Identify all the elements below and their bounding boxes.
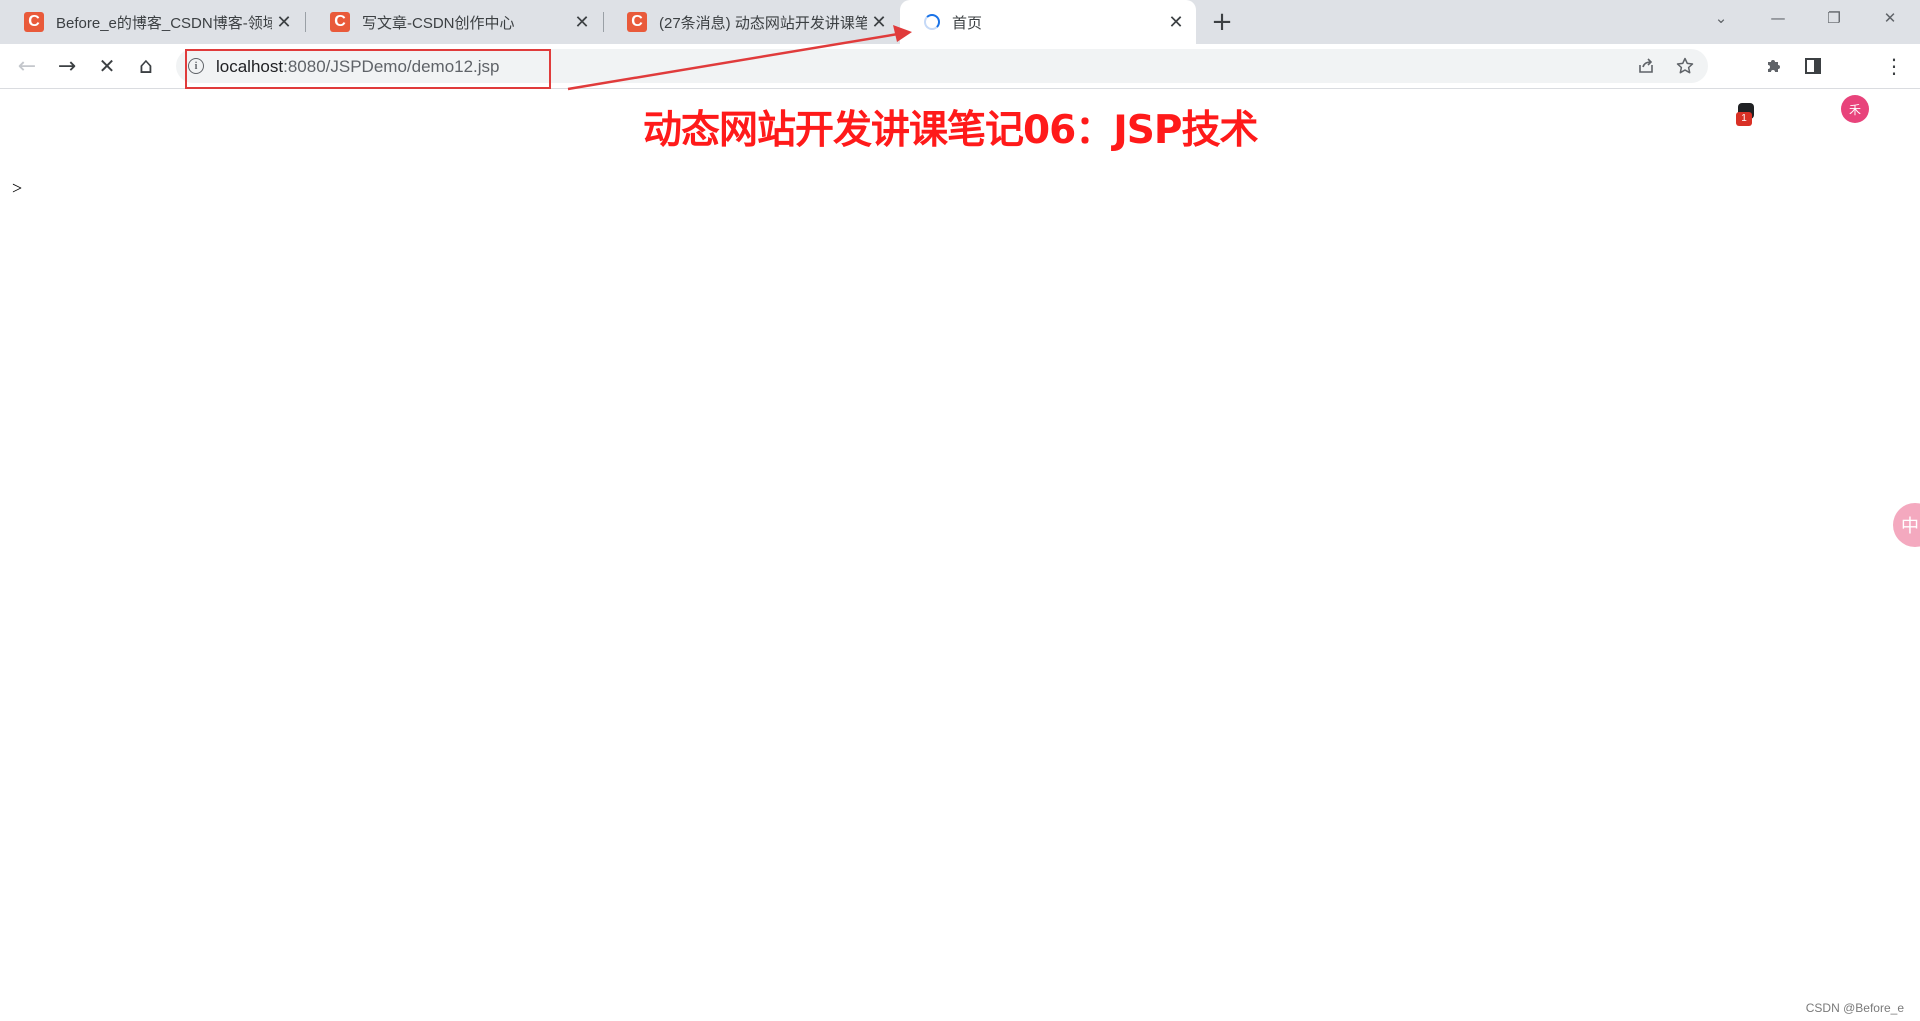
tab-csdn-editor[interactable]: C 写文章-CSDN创作中心 ✕: [306, 0, 602, 44]
url-highlight-box: [185, 49, 551, 89]
tab-home-active[interactable]: 首页 ✕: [900, 0, 1196, 44]
share-icon[interactable]: [1631, 51, 1661, 81]
tab-csdn-notes[interactable]: C (27条消息) 动态网站开发讲课笔记 ✕: [603, 0, 899, 44]
profile-avatar[interactable]: 禾: [1841, 95, 1869, 123]
more-menu-icon[interactable]: ⋮: [1878, 50, 1910, 82]
tab-close-icon[interactable]: ✕: [570, 10, 594, 34]
minimize-button[interactable]: —: [1750, 0, 1806, 36]
tab-title: Before_e的博客_CSDN博客-领域: [56, 14, 272, 32]
tab-csdn-blog[interactable]: C Before_e的博客_CSDN博客-领域 ✕: [0, 0, 304, 44]
star-icon[interactable]: [1670, 51, 1700, 81]
puzzle-icon[interactable]: [1758, 50, 1790, 82]
tab-close-icon[interactable]: ✕: [1164, 10, 1188, 34]
extension-badge-count: 1: [1736, 112, 1752, 126]
stop-loading-button[interactable]: ✕: [91, 50, 123, 82]
forward-button[interactable]: →: [51, 50, 83, 82]
side-floating-widget[interactable]: 中: [1893, 503, 1920, 547]
tab-close-icon[interactable]: ✕: [272, 10, 296, 34]
tab-close-icon[interactable]: ✕: [867, 10, 891, 34]
csdn-favicon-icon: C: [627, 12, 647, 32]
window-close-button[interactable]: ✕: [1862, 0, 1918, 36]
restore-button[interactable]: ❐: [1806, 0, 1862, 36]
loading-spinner-icon: [924, 14, 940, 30]
annotation-heading: 动态网站开发讲课笔记06：JSP技术: [643, 108, 1258, 153]
page-body-text: >: [12, 178, 23, 198]
tab-title: 写文章-CSDN创作中心: [362, 14, 515, 32]
tab-search-icon[interactable]: ⌄: [1693, 0, 1749, 36]
tab-title: (27条消息) 动态网站开发讲课笔记: [659, 14, 867, 32]
tab-title: 首页: [952, 14, 983, 32]
side-panel-icon[interactable]: [1797, 50, 1829, 82]
tab-strip: C Before_e的博客_CSDN博客-领域 ✕ C 写文章-CSDN创作中心…: [0, 0, 1920, 44]
csdn-favicon-icon: C: [330, 12, 350, 32]
csdn-watermark: CSDN @Before_e: [1805, 1001, 1904, 1015]
csdn-favicon-icon: C: [24, 12, 44, 32]
back-button[interactable]: ←: [11, 50, 43, 82]
home-button[interactable]: ⌂: [130, 50, 162, 82]
new-tab-button[interactable]: +: [1206, 7, 1238, 37]
